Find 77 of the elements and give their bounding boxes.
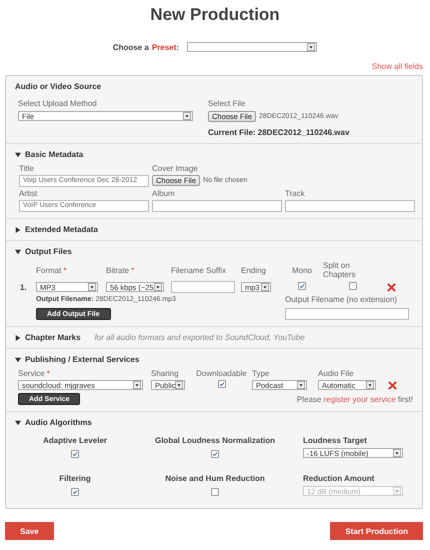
section-heading[interactable]: Audio Algorithms: [25, 418, 92, 427]
column-label: Downloadable: [196, 369, 247, 378]
preset-label: Choose a: [112, 42, 149, 52]
option-label: Reduction Amount: [303, 474, 374, 483]
collapse-triangle-icon[interactable]: [15, 356, 21, 362]
dropdown-arrow-icon: [133, 381, 141, 389]
text-field[interactable]: [152, 200, 282, 212]
checkbox[interactable]: [211, 450, 219, 458]
dropdown-arrow-icon: [261, 283, 269, 291]
dropdown-arrow-icon: [154, 283, 162, 291]
dropdown-arrow-icon: [183, 112, 191, 120]
field-label: Track: [285, 189, 306, 198]
collapse-triangle-icon[interactable]: [15, 152, 21, 158]
column-label: Split on Chapters: [323, 261, 356, 279]
save-button[interactable]: Save: [5, 522, 54, 540]
section-heading[interactable]: Chapter Marks: [25, 333, 81, 342]
output-filename-field[interactable]: [285, 308, 409, 320]
column-label: Service: [18, 369, 45, 378]
section-heading[interactable]: Basic Metadata: [25, 150, 84, 159]
section-heading[interactable]: Extended Metadata: [25, 225, 98, 234]
column-label: Sharing: [151, 369, 179, 378]
dropdown-arrow-icon: [393, 449, 401, 457]
option-label: Filtering: [59, 474, 91, 483]
field-label: Title: [19, 164, 35, 173]
expand-triangle-icon[interactable]: [15, 226, 21, 232]
checkbox[interactable]: [71, 450, 79, 458]
section-heading[interactable]: Audio or Video Source: [15, 82, 102, 91]
field-label: Artist: [19, 189, 38, 198]
option-label: Adaptive Leveler: [42, 436, 108, 445]
suffix-field[interactable]: [171, 281, 235, 293]
column-label: Audio File: [318, 369, 354, 378]
checkbox[interactable]: [218, 380, 226, 388]
checkbox[interactable]: [349, 282, 357, 290]
section-note: for all audio formats and exported to SoundCloud, YouTube: [94, 333, 305, 342]
row-number: 1.: [20, 282, 28, 292]
delete-icon[interactable]: [387, 282, 396, 292]
option-label: Loudness Target: [303, 436, 367, 445]
dropdown-arrow-icon: [393, 487, 401, 495]
dropdown-arrow-icon: [366, 381, 374, 389]
delete-icon[interactable]: [388, 380, 397, 390]
start-production-button[interactable]: Start Production: [330, 522, 423, 540]
column-label: Format: [36, 266, 62, 274]
option-label: Global Loudness Normalization: [154, 436, 275, 445]
dropdown-arrow-icon: [175, 381, 184, 389]
page-title: New Production: [150, 5, 280, 25]
checkbox[interactable]: [71, 488, 79, 496]
section-heading[interactable]: Publishing / External Services: [25, 355, 140, 364]
field-label: Album: [152, 189, 176, 198]
checkbox[interactable]: [211, 488, 219, 496]
expand-triangle-icon[interactable]: [15, 334, 21, 340]
field-label: Select File: [208, 99, 246, 108]
column-label: Mono: [292, 266, 312, 274]
column-label: Bitrate: [106, 266, 130, 274]
show-all-fields-link[interactable]: Show all fields: [372, 62, 423, 71]
field-label: Cover Image: [152, 164, 199, 173]
column-label: Filename Suffix: [171, 266, 226, 274]
required-marker: *: [63, 266, 66, 274]
checkbox[interactable]: [298, 282, 306, 290]
colon: :: [176, 42, 179, 52]
current-file: Current File: 28DEC2012_110246.wav: [208, 128, 350, 137]
required-marker: *: [46, 369, 50, 378]
text-field[interactable]: [285, 200, 415, 212]
register-link[interactable]: register your service: [324, 394, 396, 404]
collapse-triangle-icon[interactable]: [15, 420, 21, 426]
option-label: Noise and Hum Reduction: [165, 474, 265, 483]
column-label: Ending: [241, 266, 266, 274]
section-heading[interactable]: Output Files: [25, 247, 72, 256]
preset-link[interactable]: Preset: [152, 42, 176, 52]
dropdown-arrow-icon: [307, 43, 316, 51]
required-marker: *: [131, 266, 134, 274]
field-label: Output Filename (no extension): [285, 295, 398, 304]
register-notice: Please register your service first!: [296, 394, 413, 404]
dropdown-arrow-icon: [297, 381, 305, 389]
dropdown-arrow-icon: [88, 283, 96, 291]
field-label: Select Upload Method: [18, 99, 98, 108]
collapse-triangle-icon[interactable]: [15, 248, 21, 254]
column-label: Type: [252, 369, 270, 378]
